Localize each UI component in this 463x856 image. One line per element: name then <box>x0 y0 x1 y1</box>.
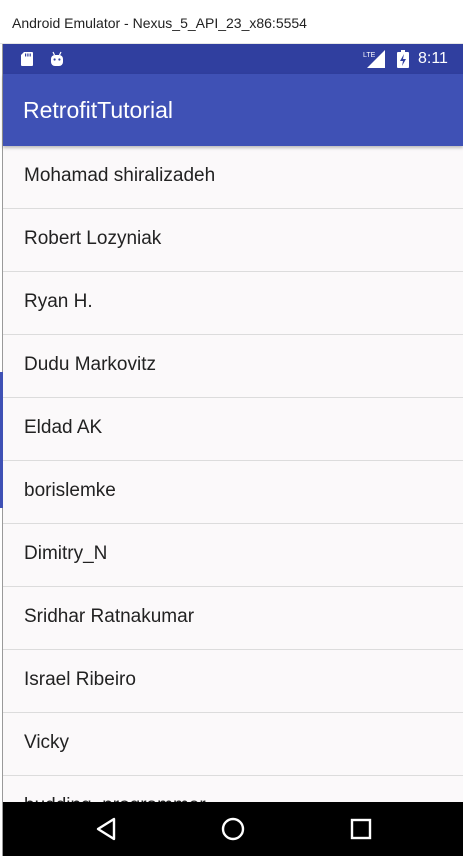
list-item-label: Dudu Markovitz <box>24 354 156 375</box>
user-list[interactable]: Mohamad shiralizadeh Robert Lozyniak Rya… <box>3 146 463 802</box>
list-item-label: budding_programmer <box>24 795 206 802</box>
list-item-label: Ryan H. <box>24 291 93 312</box>
sd-card-icon <box>21 52 33 66</box>
list-item[interactable]: Robert Lozyniak <box>3 209 463 272</box>
list-item[interactable]: Vicky <box>3 713 463 776</box>
list-item[interactable]: Mohamad shiralizadeh <box>3 146 463 209</box>
list-item-label: Robert Lozyniak <box>24 228 162 249</box>
app-title: RetrofitTutorial <box>23 97 173 123</box>
lte-signal-icon: LTE <box>363 50 385 68</box>
list-item[interactable]: Sridhar Ratnakumar <box>3 587 463 650</box>
android-icon <box>51 51 63 66</box>
list-item[interactable]: budding_programmer <box>3 776 463 802</box>
list-item-label: Sridhar Ratnakumar <box>24 606 195 627</box>
emulator-title: Android Emulator - Nexus_5_API_23_x86:55… <box>12 15 307 31</box>
list-item[interactable]: Israel Ribeiro <box>3 650 463 713</box>
recents-icon[interactable] <box>347 815 375 843</box>
list-item-label: borislemke <box>24 480 116 501</box>
emulator-window: Android Emulator - Nexus_5_API_23_x86:55… <box>0 0 463 856</box>
list-item-label: Vicky <box>24 732 70 753</box>
list-item[interactable]: Eldad AK <box>3 398 463 461</box>
status-bar: LTE 8:11 <box>3 44 463 74</box>
list-item[interactable]: Ryan H. <box>3 272 463 335</box>
list-item-label: Dimitry_N <box>24 543 108 564</box>
list-item[interactable]: borislemke <box>3 461 463 524</box>
emulator-title-bar[interactable]: Android Emulator - Nexus_5_API_23_x86:55… <box>0 0 463 44</box>
home-icon[interactable] <box>219 815 247 843</box>
device-screen: LTE 8:11 RetrofitTutorial Mohamad shiral… <box>3 44 463 856</box>
list-item[interactable]: Dimitry_N <box>3 524 463 587</box>
app-bar: RetrofitTutorial <box>3 74 463 146</box>
battery-icon <box>397 50 409 68</box>
list-item-label: Eldad AK <box>24 417 103 438</box>
list-item-label: Mohamad shiralizadeh <box>24 165 216 186</box>
svg-text:LTE: LTE <box>363 52 376 59</box>
list-item-label: Israel Ribeiro <box>24 669 136 690</box>
back-icon[interactable] <box>93 815 121 843</box>
navigation-bar <box>3 802 463 856</box>
status-time: 8:11 <box>418 50 448 67</box>
list-item[interactable]: Dudu Markovitz <box>3 335 463 398</box>
